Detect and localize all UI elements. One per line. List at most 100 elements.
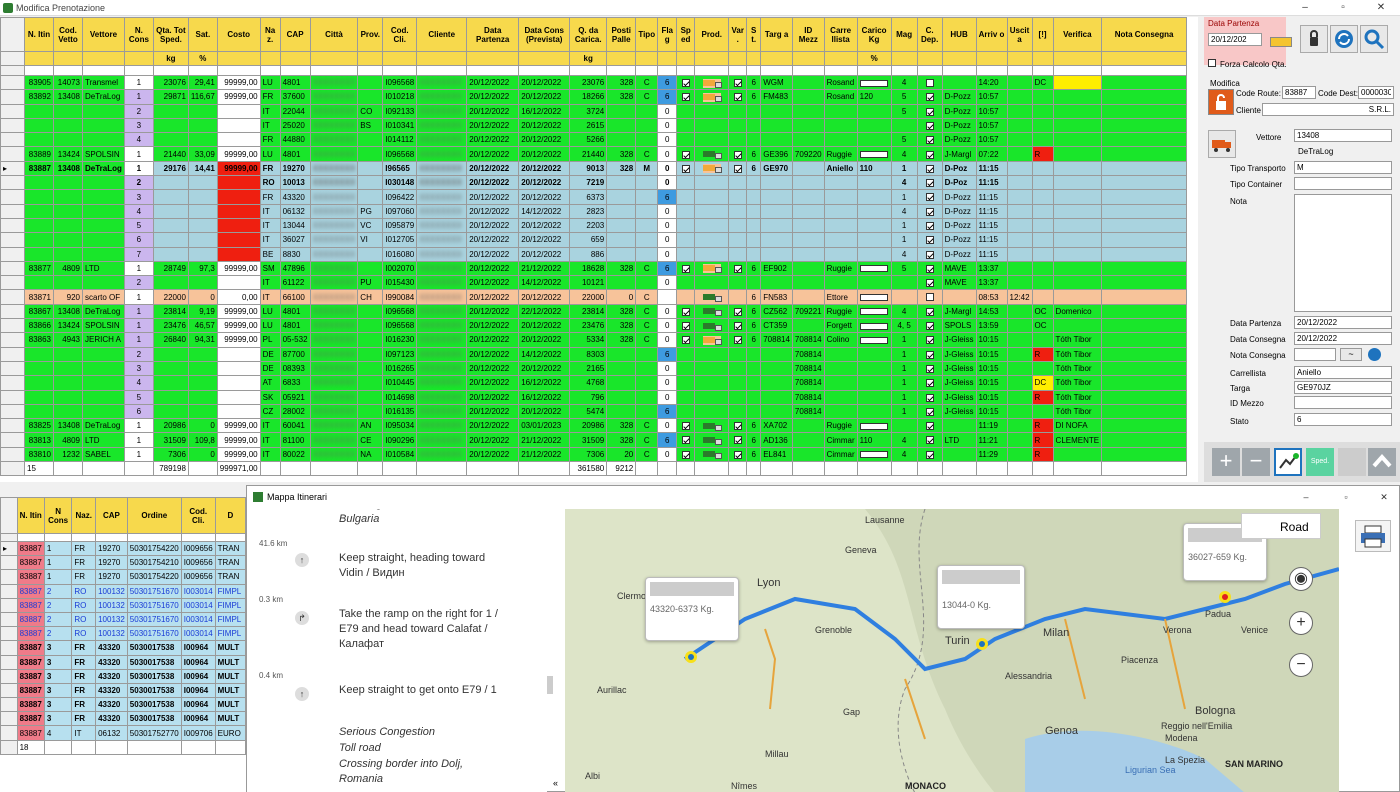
checkbox[interactable] — [733, 322, 742, 331]
cell[interactable]: RO — [71, 626, 97, 642]
cell[interactable] — [676, 203, 696, 219]
cell[interactable] — [216, 360, 261, 377]
cell[interactable]: 920 — [53, 289, 83, 305]
cell[interactable] — [187, 132, 218, 148]
cell[interactable] — [1031, 403, 1054, 420]
cell[interactable] — [823, 117, 858, 134]
cell[interactable]: 19270 — [95, 569, 128, 585]
cell[interactable]: LU — [259, 74, 281, 91]
cell[interactable]: 4 — [890, 432, 918, 448]
cell[interactable]: I096568 — [382, 318, 418, 334]
folder-icon[interactable] — [1270, 37, 1292, 47]
minimize-button[interactable]: – — [1286, 0, 1324, 16]
cell[interactable]: 13:59 — [975, 318, 1008, 334]
nota-consegna-select[interactable] — [1294, 348, 1336, 361]
cell[interactable]: 1 — [123, 289, 154, 305]
cell[interactable]: SM — [259, 260, 281, 277]
cell[interactable]: 0 — [657, 217, 678, 234]
cell[interactable] — [82, 375, 125, 391]
cell[interactable]: 18266 — [569, 89, 608, 105]
cell[interactable]: 0 — [657, 303, 678, 320]
cell[interactable]: 44880 — [279, 132, 311, 148]
nota-textarea[interactable] — [1294, 194, 1392, 312]
cell[interactable]: 1 — [123, 160, 154, 177]
cell[interactable] — [791, 232, 825, 248]
row-header[interactable] — [0, 217, 25, 234]
cell[interactable] — [676, 260, 696, 277]
cell[interactable] — [357, 260, 384, 277]
cell[interactable] — [1006, 318, 1033, 334]
cell[interactable] — [856, 146, 892, 162]
cell[interactable]: XXXXXXXX — [416, 346, 468, 362]
cell[interactable]: 83887 — [16, 640, 45, 656]
cell[interactable] — [635, 189, 659, 205]
cell[interactable]: 5 — [123, 389, 154, 405]
cell[interactable] — [791, 175, 825, 191]
cell[interactable]: 43320 — [95, 697, 128, 713]
cell[interactable] — [1006, 389, 1033, 405]
cell[interactable] — [53, 232, 83, 248]
cell[interactable] — [357, 175, 384, 191]
cell[interactable]: XXXXXXXX — [416, 175, 468, 191]
cell[interactable]: I092133 — [382, 103, 418, 119]
row-header[interactable] — [0, 246, 25, 262]
cell[interactable] — [916, 74, 943, 91]
cell[interactable]: 83810 — [24, 446, 54, 463]
cell[interactable]: 13424 — [53, 146, 83, 162]
cell[interactable]: GE970 — [760, 160, 793, 177]
cell[interactable] — [916, 132, 943, 148]
cell[interactable]: 3 — [43, 640, 73, 656]
cell[interactable] — [916, 432, 943, 448]
cell[interactable] — [676, 432, 696, 448]
cell[interactable]: 6 — [657, 346, 678, 362]
cell[interactable] — [216, 103, 261, 119]
cell[interactable] — [916, 389, 943, 405]
cliente-input[interactable] — [1262, 103, 1394, 116]
cell[interactable]: 3 — [43, 697, 73, 713]
cell[interactable] — [187, 389, 218, 405]
cell[interactable]: 3724 — [569, 103, 608, 119]
cell[interactable] — [1052, 132, 1103, 148]
cell[interactable] — [823, 246, 858, 262]
cell[interactable]: 3 — [123, 360, 154, 377]
cell[interactable]: D-Poz — [941, 175, 977, 191]
cell[interactable]: 0 — [187, 418, 218, 434]
cell[interactable] — [187, 217, 218, 234]
row-header[interactable] — [0, 403, 25, 420]
cell[interactable]: Rosand — [823, 89, 858, 105]
checkbox[interactable] — [925, 322, 934, 331]
cell[interactable]: MAVE — [941, 260, 977, 277]
cell[interactable] — [1101, 275, 1188, 291]
maximize-button[interactable]: ▫ — [1324, 0, 1362, 16]
cell[interactable] — [216, 117, 261, 134]
cell[interactable] — [916, 160, 943, 177]
cell[interactable] — [1031, 189, 1054, 205]
cell[interactable] — [1006, 375, 1033, 391]
cell[interactable]: XXXXXXXX — [416, 289, 468, 305]
cell[interactable]: 0 — [657, 375, 678, 391]
cell[interactable] — [1052, 117, 1103, 134]
cell[interactable] — [856, 289, 892, 305]
cell[interactable] — [216, 375, 261, 391]
cell[interactable]: 2615 — [569, 117, 608, 134]
cell[interactable]: D-Pozz — [941, 232, 977, 248]
table-row[interactable]: 83887 2 RO 100132 50301751670 I003014 FIMPL — [0, 583, 246, 599]
cell[interactable] — [728, 146, 748, 162]
column-header[interactable]: Uscit a — [1006, 17, 1033, 52]
cell[interactable] — [1006, 432, 1033, 448]
cell[interactable] — [82, 360, 125, 377]
cell[interactable] — [152, 375, 189, 391]
table-row[interactable]: 2 IT 61122 XXXXXXXX PU I015430 XXXXXXXX 20/12/2… — [0, 275, 1188, 291]
cell[interactable]: 46,57 — [187, 318, 218, 334]
cell[interactable] — [24, 117, 54, 134]
cell[interactable]: 10:15 — [975, 332, 1008, 348]
cell[interactable]: 1 — [123, 89, 154, 105]
cell[interactable]: 20/12/2022 — [518, 403, 571, 420]
cell[interactable]: 99999,00 — [216, 74, 261, 91]
cell[interactable]: 20/12/2022 — [466, 203, 520, 219]
cell[interactable] — [53, 189, 83, 205]
cell[interactable] — [216, 203, 261, 219]
cell[interactable]: FN583 — [760, 289, 793, 305]
dc-input[interactable] — [1294, 332, 1392, 345]
cell[interactable]: 11:15 — [975, 203, 1008, 219]
